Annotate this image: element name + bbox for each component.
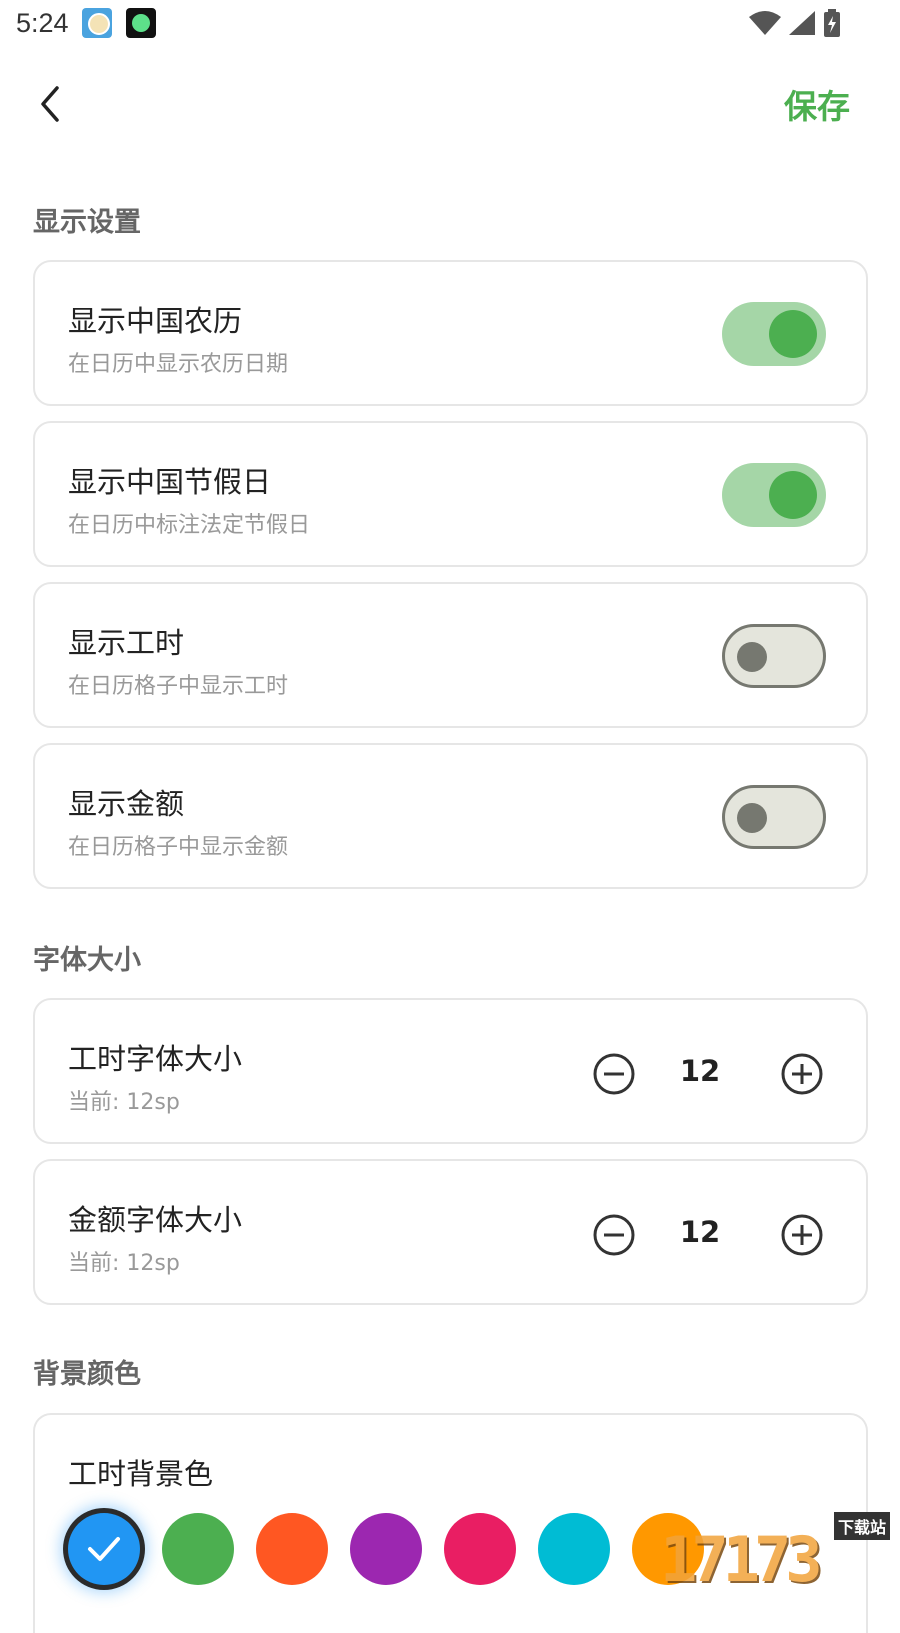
chevron-left-icon xyxy=(35,84,65,124)
setting-card-holidays: 显示中国节假日 在日历中标注法定节假日 xyxy=(33,421,868,567)
plus-circle-icon[interactable] xyxy=(780,1052,824,1096)
color-swatch[interactable] xyxy=(256,1513,328,1585)
color-swatch[interactable] xyxy=(162,1513,234,1585)
font-size-value: 12 xyxy=(650,1215,750,1249)
toggle-knob xyxy=(769,471,817,519)
status-bar: 5:24 xyxy=(0,0,900,48)
signal-icon xyxy=(787,9,817,37)
color-swatch[interactable] xyxy=(68,1513,140,1585)
watermark-text: 17173 xyxy=(660,1523,817,1596)
wifi-icon xyxy=(748,9,782,37)
moon-app-icon xyxy=(126,8,156,38)
toggle-knob xyxy=(737,642,767,672)
battery-charging-icon xyxy=(822,8,842,38)
setting-subtitle: 在日历格子中显示金额 xyxy=(68,829,288,861)
setting-title: 显示中国农历 xyxy=(68,298,242,340)
check-icon xyxy=(86,1533,122,1565)
setting-title: 工时字体大小 xyxy=(68,1036,242,1078)
status-icons xyxy=(748,8,842,40)
setting-subtitle: 当前: 12sp xyxy=(68,1084,180,1116)
watermark-logo: 17173 下载站 xyxy=(660,1506,890,1596)
setting-title: 金额字体大小 xyxy=(68,1197,242,1239)
font-size-value: 12 xyxy=(650,1054,750,1088)
watermark-tag: 下载站 xyxy=(834,1512,890,1540)
save-button[interactable]: 保存 xyxy=(784,80,850,128)
font-size-card-work-hours: 工时字体大小 当前: 12sp 12 xyxy=(33,998,868,1144)
section-title-background: 背景颜色 xyxy=(33,1352,141,1391)
setting-card-amount: 显示金额 在日历格子中显示金额 xyxy=(33,743,868,889)
setting-subtitle: 当前: 12sp xyxy=(68,1245,180,1277)
font-size-card-amount: 金额字体大小 当前: 12sp 12 xyxy=(33,1159,868,1305)
setting-title: 工时背景色 xyxy=(68,1451,213,1493)
app-notification-icon xyxy=(82,8,112,38)
minus-circle-icon[interactable] xyxy=(592,1213,636,1257)
setting-card-lunar: 显示中国农历 在日历中显示农历日期 xyxy=(33,260,868,406)
setting-subtitle: 在日历格子中显示工时 xyxy=(68,668,288,700)
top-bar: 保存 xyxy=(0,60,900,150)
back-button[interactable] xyxy=(22,76,78,132)
minus-circle-icon[interactable] xyxy=(592,1052,636,1096)
setting-card-work-hours: 显示工时 在日历格子中显示工时 xyxy=(33,582,868,728)
color-swatch[interactable] xyxy=(350,1513,422,1585)
color-swatch[interactable] xyxy=(444,1513,516,1585)
status-time: 5:24 xyxy=(16,8,69,39)
toggle-work-hours[interactable] xyxy=(722,624,826,688)
setting-subtitle: 在日历中显示农历日期 xyxy=(68,346,288,378)
toggle-holidays[interactable] xyxy=(722,463,826,527)
toggle-amount[interactable] xyxy=(722,785,826,849)
toggle-knob xyxy=(769,310,817,358)
color-swatch[interactable] xyxy=(538,1513,610,1585)
setting-title: 显示金额 xyxy=(68,781,184,823)
setting-title: 显示中国节假日 xyxy=(68,459,271,501)
section-title-display: 显示设置 xyxy=(33,200,141,239)
section-title-font-size: 字体大小 xyxy=(33,938,141,977)
setting-subtitle: 在日历中标注法定节假日 xyxy=(68,507,310,539)
setting-title: 显示工时 xyxy=(68,620,184,662)
toggle-knob xyxy=(737,803,767,833)
plus-circle-icon[interactable] xyxy=(780,1213,824,1257)
toggle-lunar[interactable] xyxy=(722,302,826,366)
